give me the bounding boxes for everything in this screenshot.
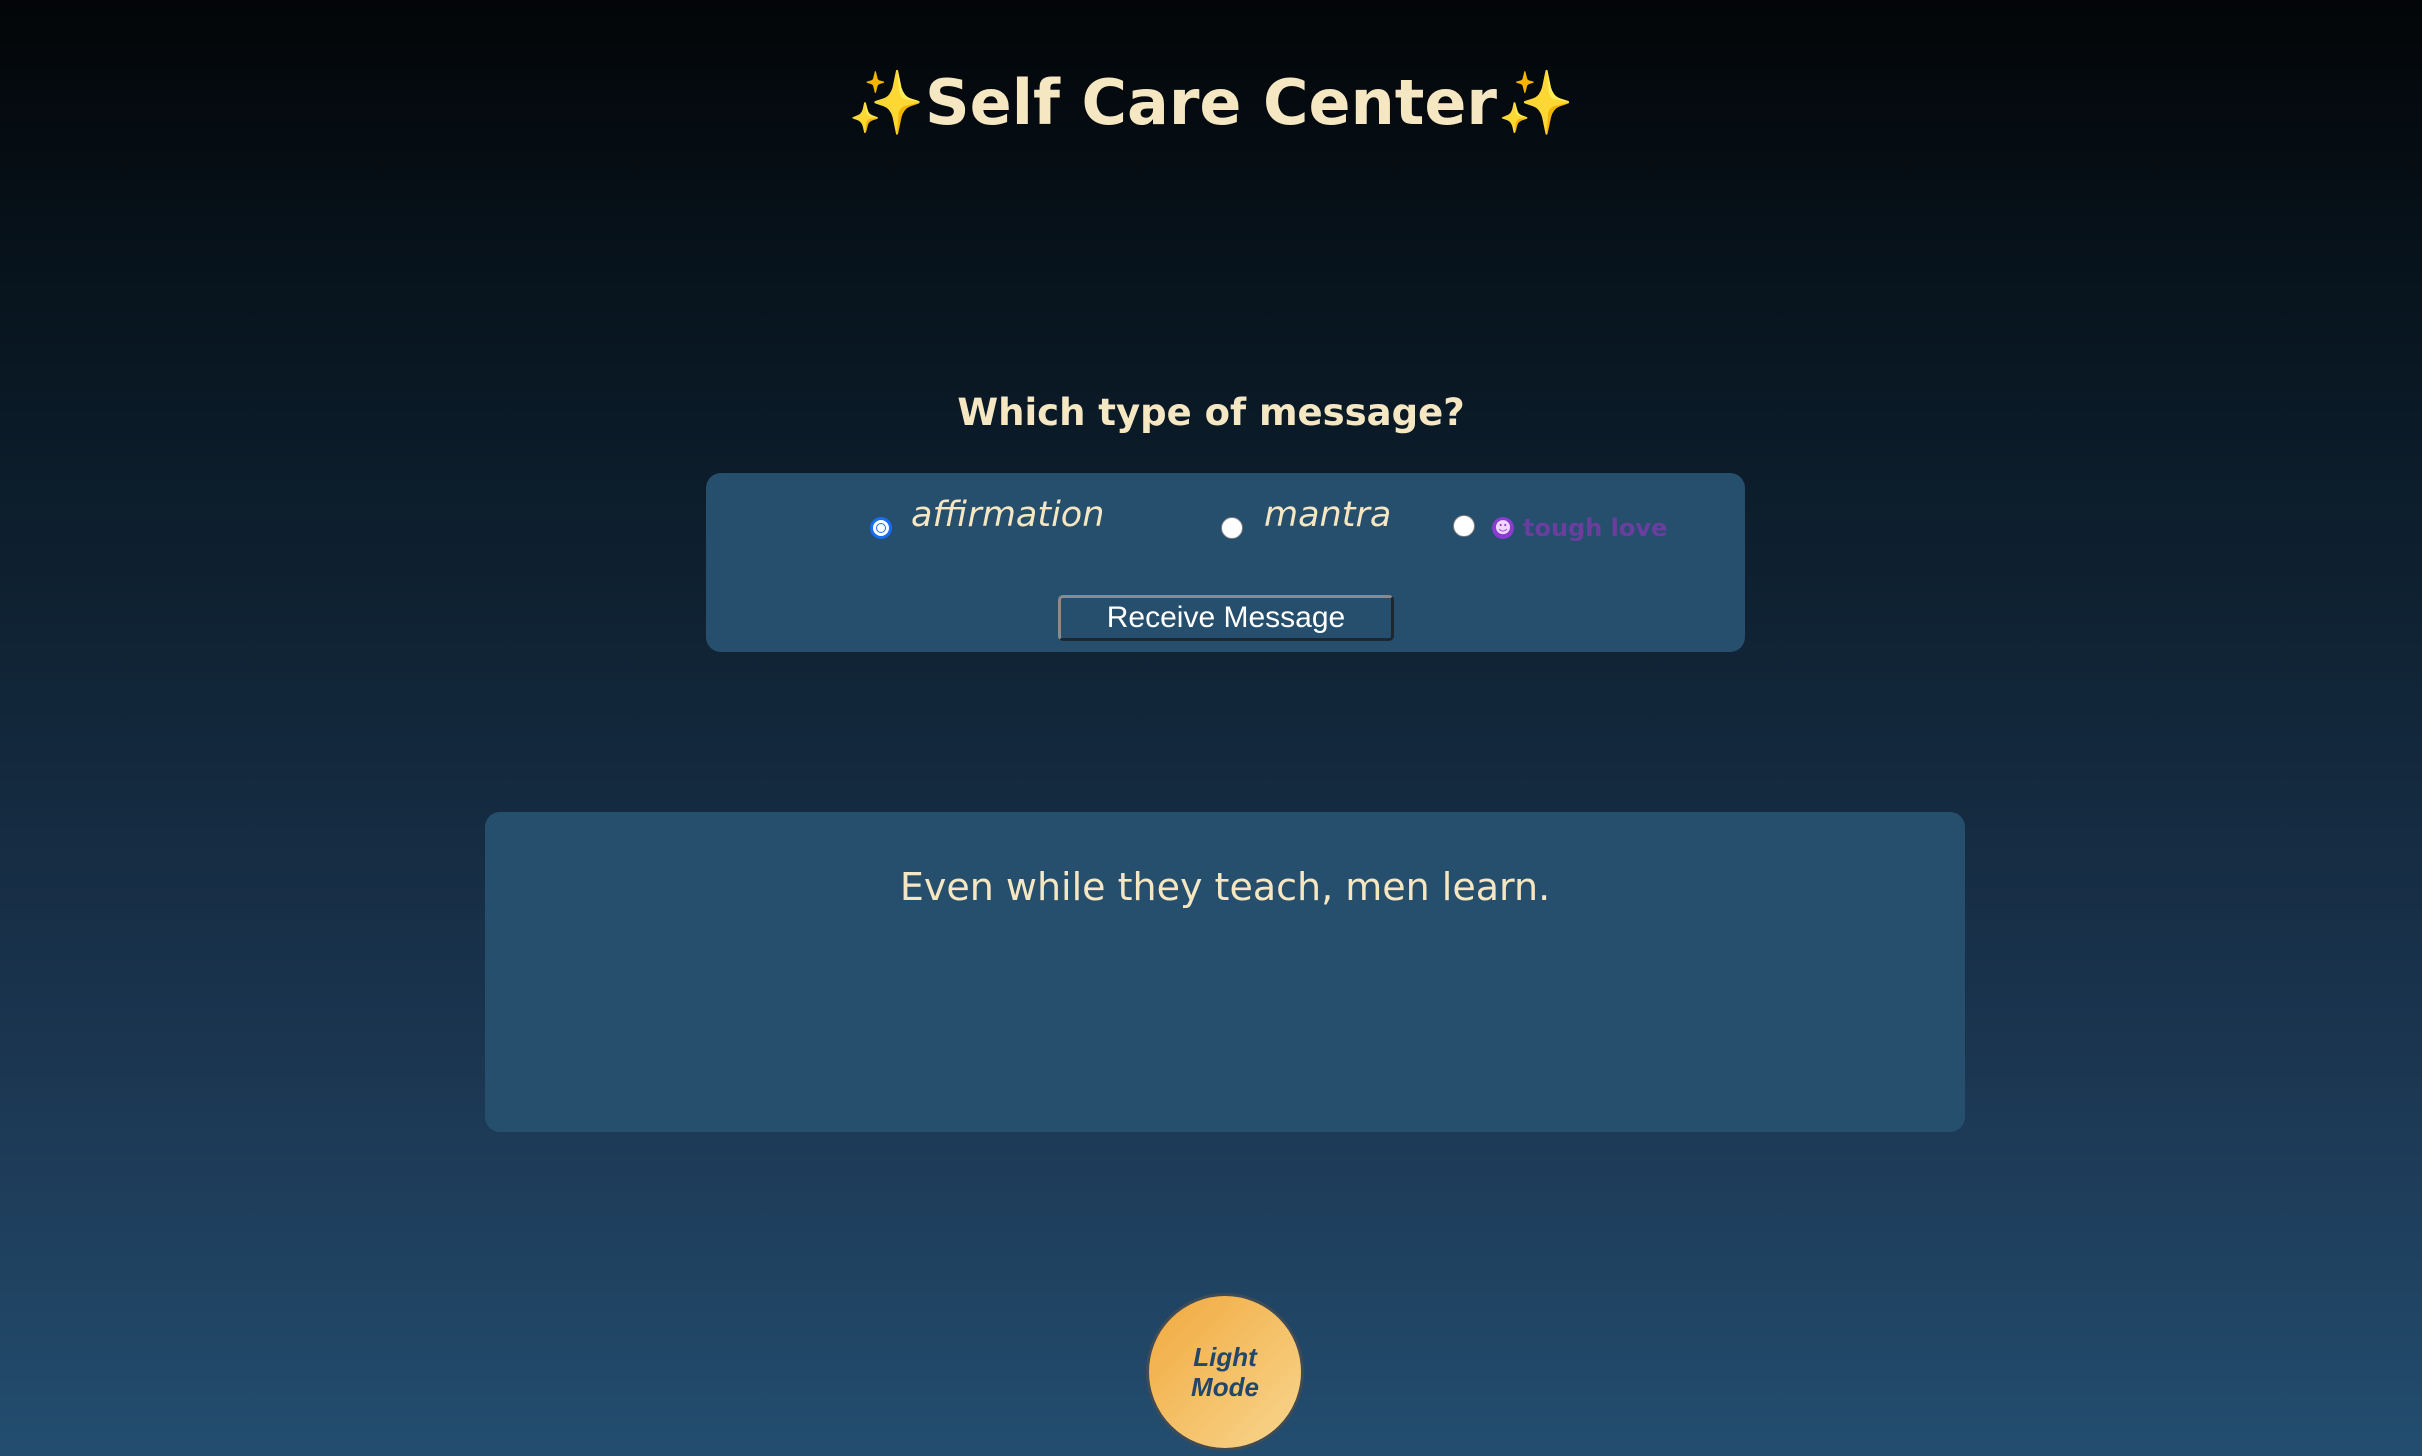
light-mode-toggle[interactable]: Light Mode [1146, 1293, 1304, 1451]
message-text: Even while they teach, men learn. [899, 865, 1551, 909]
message-type-form: affirmation mantra ☻ tough love Receive … [706, 473, 1745, 652]
sparkle-icon: ✨ [847, 65, 925, 139]
mantra-label[interactable]: mantra [1264, 493, 1391, 537]
page-title: ✨Self Care Center✨ [0, 64, 2422, 142]
message-type-question: Which type of message? [957, 391, 1465, 434]
tough-love-label[interactable]: tough love [1523, 513, 1667, 543]
page-title-text: Self Care Center [924, 65, 1498, 139]
devil-face-icon: ☻ [1492, 517, 1514, 539]
affirmation-radio[interactable] [870, 517, 892, 539]
tough-love-radio[interactable] [1453, 515, 1475, 537]
mantra-radio[interactable] [1221, 517, 1243, 539]
receive-message-button[interactable]: Receive Message [1058, 595, 1394, 641]
message-display: Even while they teach, men learn. [485, 812, 1965, 1132]
sparkle-icon: ✨ [1497, 65, 1575, 139]
affirmation-label[interactable]: affirmation [911, 493, 1104, 537]
